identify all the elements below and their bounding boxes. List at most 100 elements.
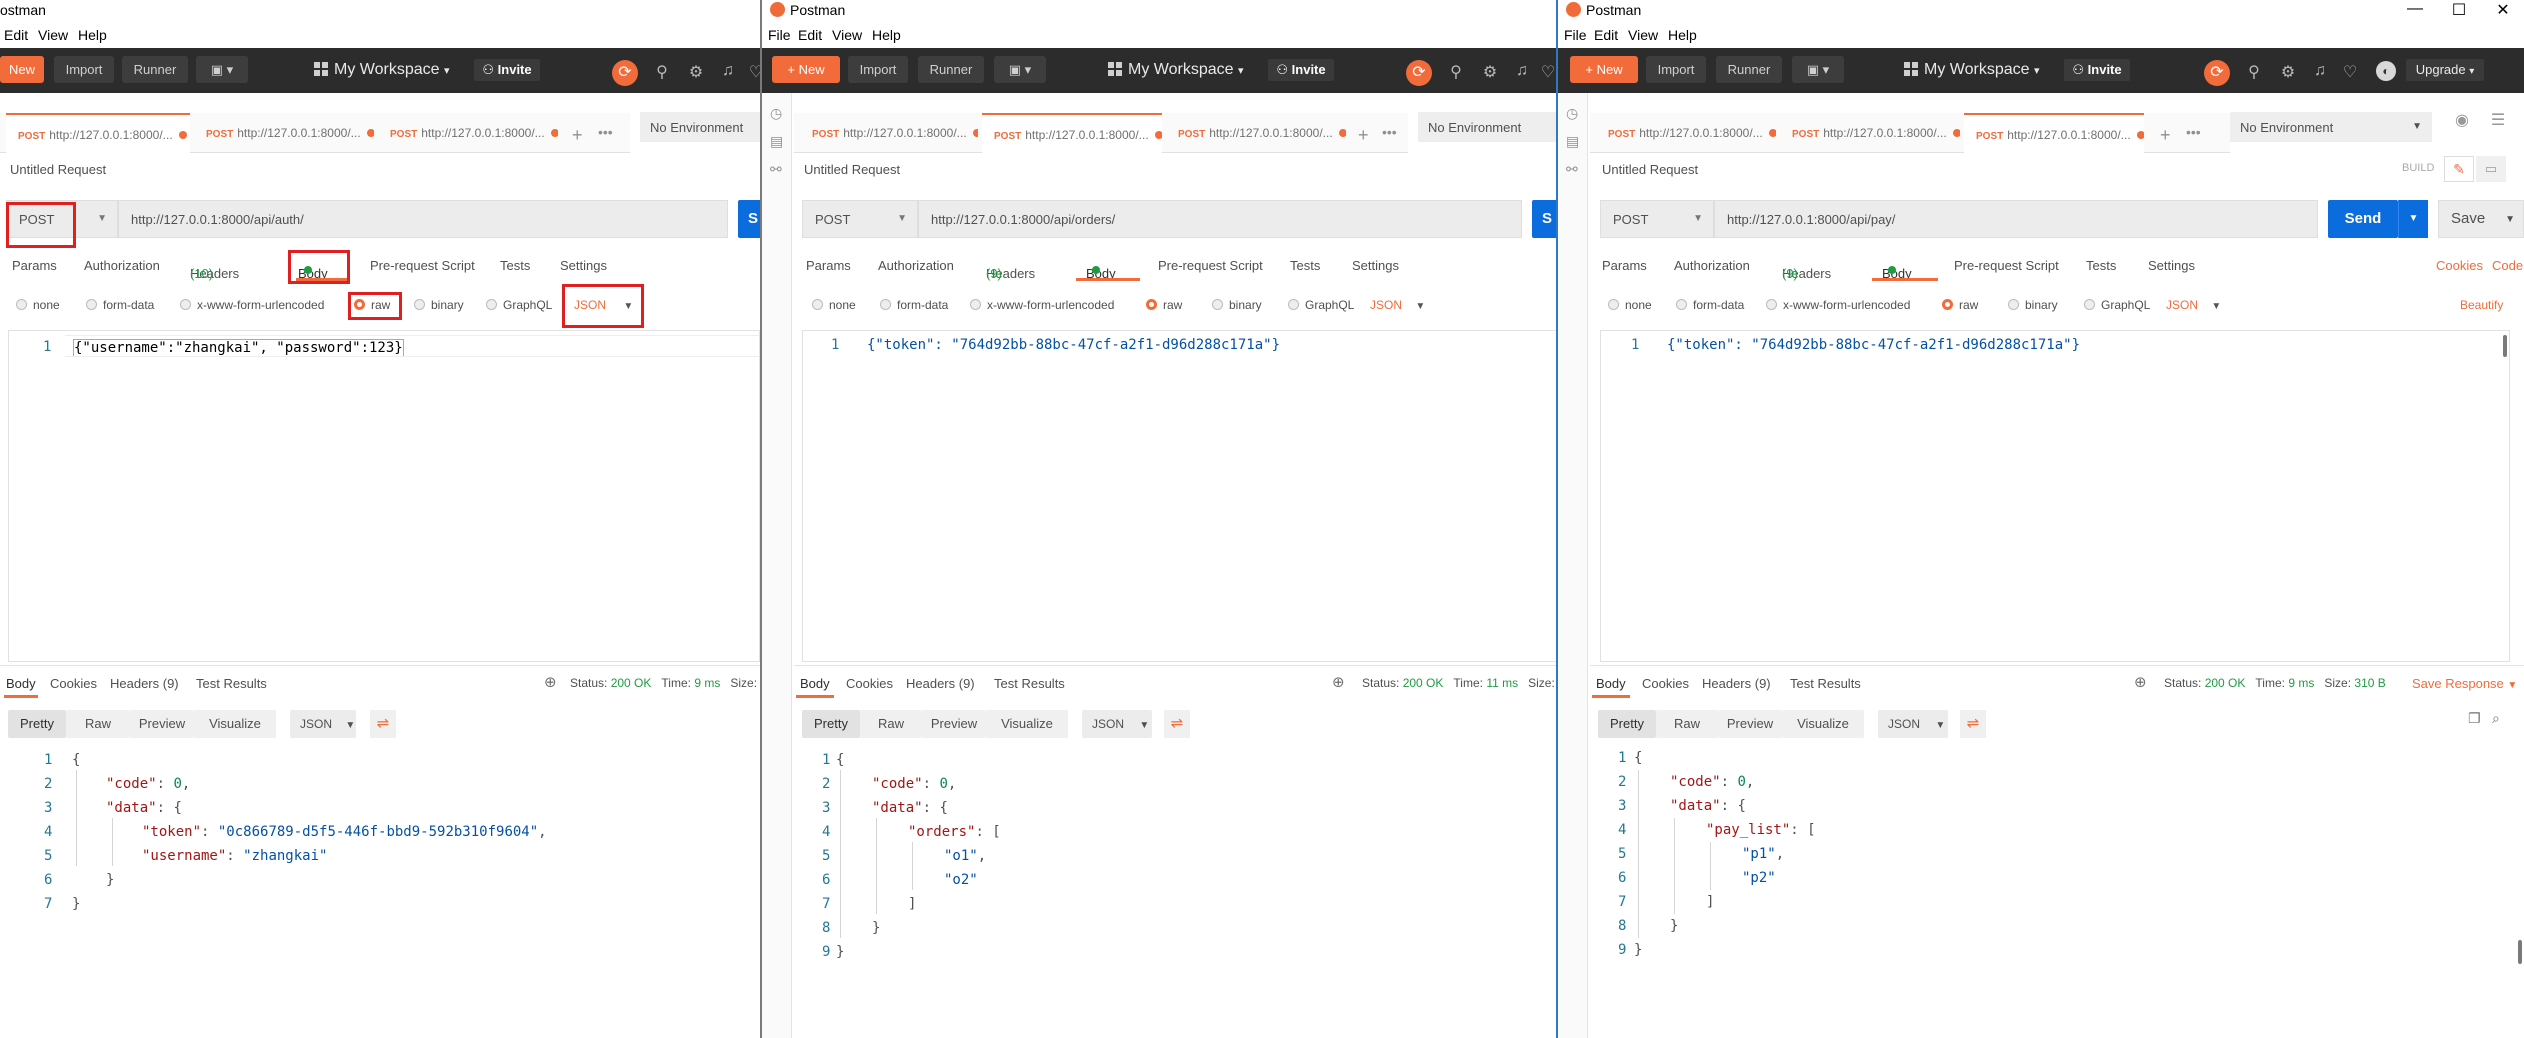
tab-params[interactable]: Params: [806, 258, 851, 273]
sync-icon[interactable]: ⟳: [1406, 60, 1432, 86]
sliders-icon[interactable]: ☰: [2488, 110, 2508, 130]
workspace-switcher[interactable]: My Workspace ▾: [314, 61, 450, 79]
method-select[interactable]: POST ▼: [6, 200, 118, 238]
resp-tab-headers[interactable]: Headers (9): [110, 676, 179, 691]
satellite-icon[interactable]: ⚲: [652, 62, 672, 82]
view-pretty[interactable]: Pretty: [8, 710, 66, 738]
editor-scrollbar[interactable]: [2503, 335, 2507, 357]
response-format-select[interactable]: JSON ▼: [290, 710, 356, 738]
menu-file[interactable]: File: [1564, 27, 1587, 43]
new-button[interactable]: + New: [1570, 56, 1638, 83]
body-raw-radio[interactable]: raw: [1942, 298, 1978, 312]
collections-icon[interactable]: ▤: [770, 133, 783, 150]
resp-tab-cookies[interactable]: Cookies: [846, 676, 893, 691]
resp-tab-headers[interactable]: Headers (9): [906, 676, 975, 691]
send-options-chevron-icon[interactable]: ▼: [2398, 200, 2428, 238]
view-raw[interactable]: Raw: [66, 710, 130, 738]
close-icon[interactable]: ✕: [2488, 0, 2518, 20]
import-button[interactable]: Import: [54, 56, 114, 83]
invite-button[interactable]: ⚇ Invite: [1268, 59, 1334, 81]
body-formdata-radio[interactable]: form-data: [86, 298, 154, 312]
bell-icon[interactable]: ♫: [2310, 62, 2330, 80]
url-input[interactable]: http://127.0.0.1:8000/api/pay/: [1714, 200, 2318, 238]
view-visualize[interactable]: Visualize: [1782, 710, 1864, 738]
new-window-button[interactable]: ▣ ▾: [1792, 56, 1844, 83]
save-button[interactable]: Save ▼: [2438, 200, 2524, 238]
runner-button[interactable]: Runner: [1716, 56, 1782, 83]
menu-help[interactable]: Help: [78, 27, 107, 43]
bell-icon[interactable]: ♫: [718, 62, 738, 80]
maximize-icon[interactable]: ☐: [2444, 0, 2474, 20]
tab-params[interactable]: Params: [12, 258, 57, 273]
view-visualize[interactable]: Visualize: [194, 710, 276, 738]
workspace-switcher[interactable]: My Workspace ▾: [1904, 61, 2040, 79]
menu-view[interactable]: View: [832, 27, 862, 43]
resp-tab-headers[interactable]: Headers (9): [1702, 676, 1771, 691]
invite-button[interactable]: ⚇ Invite: [474, 59, 540, 81]
environment-select[interactable]: No Environment: [640, 112, 760, 142]
resp-tab-tests[interactable]: Test Results: [1790, 676, 1861, 691]
history-icon[interactable]: ◷: [770, 105, 782, 122]
body-formdata-radio[interactable]: form-data: [1676, 298, 1744, 312]
request-tab[interactable]: POST http://127.0.0.1:8000/...: [1596, 113, 1776, 153]
resp-tab-tests[interactable]: Test Results: [994, 676, 1065, 691]
heart-icon[interactable]: ♡: [2340, 62, 2360, 82]
satellite-icon[interactable]: ⚲: [1446, 62, 1466, 82]
wrap-icon[interactable]: ⇌: [1960, 710, 1986, 738]
new-window-button[interactable]: ▣ ▾: [196, 56, 248, 83]
view-preview[interactable]: Preview: [1718, 710, 1782, 738]
apis-icon[interactable]: ⚯: [770, 161, 782, 178]
more-tabs-icon[interactable]: •••: [598, 124, 613, 140]
settings-icon[interactable]: ⚙: [2278, 62, 2298, 82]
request-tab[interactable]: POST http://127.0.0.1:8000/...: [1964, 113, 2144, 153]
tab-settings[interactable]: Settings: [2148, 258, 2195, 273]
environment-select[interactable]: No Environment: [1418, 112, 1556, 142]
send-button[interactable]: Send: [2328, 200, 2398, 238]
resp-tab-body[interactable]: Body: [800, 676, 830, 691]
request-tab[interactable]: POST http://127.0.0.1:8000/...: [378, 113, 558, 153]
body-graphql-radio[interactable]: GraphQL: [2084, 298, 2150, 312]
import-button[interactable]: Import: [848, 56, 908, 83]
body-editor[interactable]: 1 {"token": "764d92bb-88bc-47cf-a2f1-d96…: [802, 330, 1556, 662]
wrap-icon[interactable]: ⇌: [370, 710, 396, 738]
new-button[interactable]: New: [0, 56, 44, 83]
heart-icon[interactable]: ♡: [746, 62, 760, 82]
globe-icon[interactable]: ⊕: [2134, 673, 2147, 691]
tab-settings[interactable]: Settings: [1352, 258, 1399, 273]
search-icon[interactable]: ⌕: [2492, 710, 2500, 727]
copy-icon[interactable]: ❐: [2468, 710, 2481, 727]
response-format-select[interactable]: JSON ▼: [1878, 710, 1948, 738]
raw-language-select[interactable]: JSON ▼: [2166, 298, 2221, 312]
request-tab[interactable]: POST http://127.0.0.1:8000/...: [6, 113, 190, 153]
tab-authorization[interactable]: Authorization: [1674, 258, 1750, 273]
workspace-switcher[interactable]: My Workspace ▾: [1108, 61, 1244, 79]
menu-edit[interactable]: Edit: [1594, 27, 1618, 43]
new-button[interactable]: + New: [772, 56, 840, 83]
tab-settings[interactable]: Settings: [560, 258, 607, 273]
resp-tab-tests[interactable]: Test Results: [196, 676, 267, 691]
upgrade-button[interactable]: Upgrade ▾: [2406, 59, 2484, 81]
send-button[interactable]: S: [1532, 200, 1556, 238]
beautify-link[interactable]: Beautify: [2460, 298, 2503, 312]
heart-icon[interactable]: ♡: [1538, 62, 1556, 82]
comments-icon[interactable]: ▭: [2476, 156, 2506, 182]
invite-button[interactable]: ⚇ Invite: [2064, 59, 2130, 81]
tab-authorization[interactable]: Authorization: [84, 258, 160, 273]
resp-tab-body[interactable]: Body: [1596, 676, 1626, 691]
menu-view[interactable]: View: [38, 27, 68, 43]
resp-tab-body[interactable]: Body: [6, 676, 36, 691]
tab-prerequest[interactable]: Pre-request Script: [1158, 258, 1263, 273]
menu-file[interactable]: File: [768, 27, 791, 43]
new-tab-plus-icon[interactable]: +: [1358, 125, 1369, 146]
collections-icon[interactable]: ▤: [1566, 133, 1579, 150]
method-select[interactable]: POST ▼: [802, 200, 918, 238]
new-tab-plus-icon[interactable]: +: [572, 125, 583, 146]
runner-button[interactable]: Runner: [122, 56, 188, 83]
request-tab[interactable]: POST http://127.0.0.1:8000/...: [194, 113, 374, 153]
apis-icon[interactable]: ⚯: [1566, 161, 1578, 178]
url-input[interactable]: http://127.0.0.1:8000/api/orders/: [918, 200, 1522, 238]
tab-authorization[interactable]: Authorization: [878, 258, 954, 273]
body-none-radio[interactable]: none: [1608, 298, 1652, 312]
menu-help[interactable]: Help: [872, 27, 901, 43]
body-none-radio[interactable]: none: [812, 298, 856, 312]
